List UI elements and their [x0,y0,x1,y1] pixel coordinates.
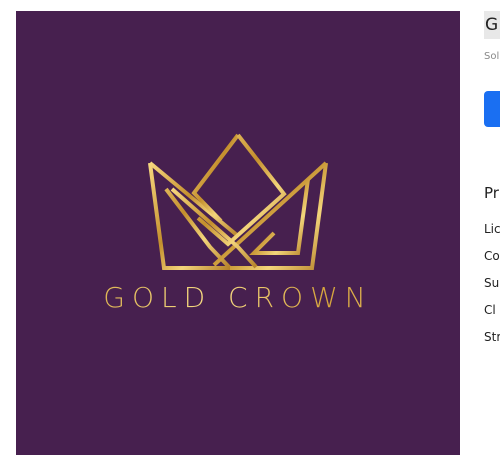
product-page: GOLD CROWN G Sol Pr Lic Co Su Cl Str [0,0,500,464]
properties-section-title: Pr [484,184,499,202]
property-row: Cl [484,303,496,317]
product-image[interactable]: GOLD CROWN [16,11,460,455]
property-row: Co [484,249,500,263]
crown-logo-icon [148,133,328,270]
product-subtitle: Sol [484,51,500,62]
property-row: Str [484,330,500,344]
logo-text: GOLD CROWN [16,281,460,314]
property-row: Lic [484,222,500,236]
primary-action-button[interactable] [484,91,500,127]
product-details-panel: G Sol Pr Lic Co Su Cl Str [484,0,500,464]
property-row: Su [484,276,500,290]
product-title: G [484,11,500,39]
